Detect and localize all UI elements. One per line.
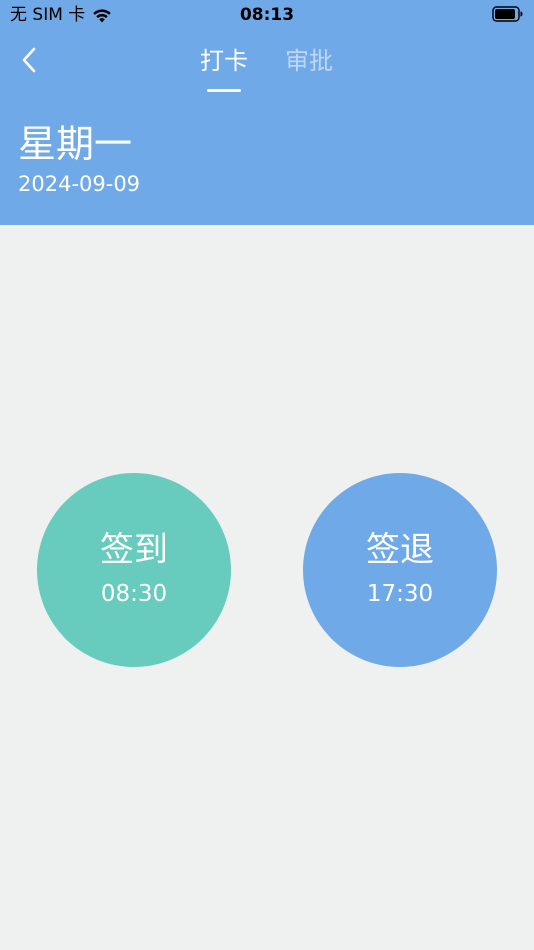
check-in-time: 08:30 [100,581,168,607]
tab-bar: 打卡 审批 [0,40,534,96]
tab-approval[interactable]: 审批 [274,40,344,96]
check-out-button[interactable]: 签退 17:30 [303,473,497,667]
status-time: 08:13 [239,5,295,25]
status-bar: 无 SIM 卡 08:13 [0,0,534,30]
tab-punch-label: 打卡 [200,47,248,75]
check-out-label: 签退 [366,530,434,570]
check-in-button[interactable]: 签到 08:30 [37,473,231,667]
check-in-label: 签到 [100,530,168,570]
date-label: 2024-09-09 [18,172,141,196]
weekday-label: 星期一 [18,122,133,166]
tab-active-indicator [207,89,241,92]
check-out-time: 17:30 [366,581,434,607]
tab-punch[interactable]: 打卡 [189,40,259,96]
battery-icon [492,6,523,22]
tab-approval-label: 审批 [285,47,333,75]
header: 无 SIM 卡 08:13 打卡 审批 星期一 2024-09-09 [0,0,534,225]
